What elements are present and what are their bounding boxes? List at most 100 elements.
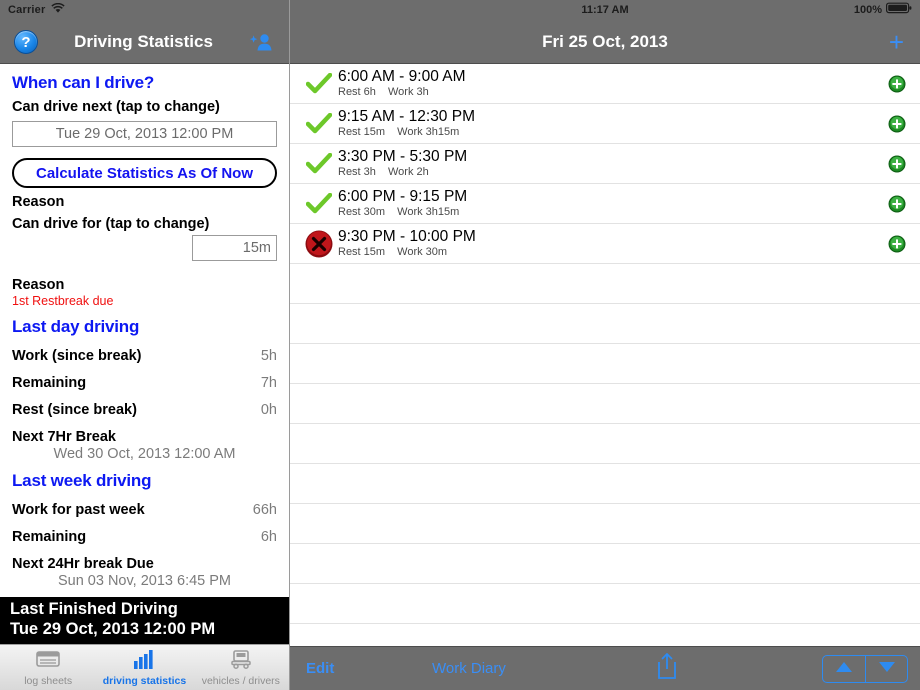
right-panel: 11:17 AM 100% Fri 25 Oct, 2013 + 6:00 AM… [290,0,920,690]
wifi-icon [51,1,66,19]
row-time-range: 6:00 PM - 9:15 PM [338,188,468,205]
edit-button[interactable]: Edit [306,660,334,677]
tab-driving-statistics[interactable]: driving statistics [96,645,192,690]
help-icon[interactable]: ? [14,29,38,54]
table-row[interactable]: 3:30 PM - 5:30 PM Rest 3h Work 2h [290,144,920,184]
table-row[interactable]: 6:00 AM - 9:00 AM Rest 6h Work 3h [290,64,920,104]
empty-row [290,544,920,584]
next-7hr-break: Next 7Hr Break Wed 30 Oct, 2013 12:00 AM [12,429,277,462]
stat-key: Rest (since break) [12,402,137,418]
row-rest: Rest 30m [338,206,386,218]
bottom-toolbar: Edit Work Diary [290,646,920,690]
next-24hr-break-value: Sun 03 Nov, 2013 6:45 PM [57,573,232,589]
stat-value: 66h [252,502,277,518]
table-row[interactable]: 9:15 AM - 12:30 PM Rest 15m Work 3h15m [290,104,920,144]
app-root: Carrier ? Driving Statistics When can I … [0,0,920,690]
row-rest: Rest 3h [338,166,376,178]
stat-row: Remaining 6h [12,529,277,545]
empty-row [290,384,920,424]
check-icon [300,152,338,175]
tab-log-sheets[interactable]: log sheets [0,645,96,690]
tab-label: vehicles / drivers [201,674,280,687]
share-icon[interactable] [656,652,678,685]
add-circle-icon[interactable] [888,195,906,213]
empty-row [290,624,920,646]
reason-value: 1st Restbreak due [12,294,114,308]
left-nav-bar: ? Driving Statistics [0,20,289,64]
add-circle-icon[interactable] [888,115,906,133]
row-work: Work 3h15m [397,206,460,218]
section-last-week-driving: Last week driving [12,471,152,490]
row-work: Work 3h15m [397,126,460,138]
check-icon [300,72,338,95]
row-texts: 6:00 PM - 9:15 PM Rest 30m Work 3h15m [338,188,888,219]
row-texts: 9:30 PM - 10:00 PM Rest 15m Work 30m [338,228,888,259]
empty-row [290,584,920,624]
row-time-range: 9:15 AM - 12:30 PM [338,108,475,125]
row-detail: Rest 6h Work 3h [338,86,888,99]
stat-value: 6h [260,529,277,545]
can-drive-for-field[interactable]: 15m [192,235,277,261]
work-diary-label: Work Diary [432,660,506,677]
row-texts: 3:30 PM - 5:30 PM Rest 3h Work 2h [338,148,888,179]
section-when-can-i-drive: When can I drive? [12,73,155,92]
left-status-bar: Carrier [0,0,289,20]
add-circle-icon[interactable] [888,75,906,93]
carrier-label: Carrier [8,4,46,16]
next-7hr-break-value: Wed 30 Oct, 2013 12:00 AM [53,446,236,462]
can-drive-next-field[interactable]: Tue 29 Oct, 2013 12:00 PM [12,121,277,147]
next-24hr-break: Next 24Hr break Due Sun 03 Nov, 2013 6:4… [12,556,277,589]
page-title: Driving Statistics [74,31,213,51]
check-icon [300,192,338,215]
row-texts: 9:15 AM - 12:30 PM Rest 15m Work 3h15m [338,108,888,139]
row-work: Work 30m [397,246,448,258]
stat-row: Rest (since break) 0h [12,402,277,418]
left-panel: Carrier ? Driving Statistics When can I … [0,0,290,690]
triangle-up-icon [835,660,853,678]
next-7hr-break-label: Next 7Hr Break [12,429,116,445]
row-texts: 6:00 AM - 9:00 AM Rest 6h Work 3h [338,68,888,99]
stat-key: Remaining [12,529,87,545]
empty-row [290,264,920,304]
empty-row [290,504,920,544]
calculate-statistics-button[interactable]: Calculate Statistics As Of Now [12,158,277,188]
prev-next-segmented-control [822,654,908,683]
scroll-down-button[interactable] [865,655,907,682]
section-last-day-driving: Last day driving [12,317,140,336]
next-24hr-break-label: Next 24Hr break Due [12,556,154,572]
battery-full-icon [886,1,912,19]
row-detail: Rest 3h Work 2h [338,166,888,179]
stat-row: Work (since break) 5h [12,348,277,364]
last-finished-driving-banner: Last Finished Driving Tue 29 Oct, 2013 1… [0,597,289,644]
add-circle-icon[interactable] [888,155,906,173]
tab-label: log sheets [24,674,73,687]
error-icon [300,229,338,259]
empty-row [290,424,920,464]
table-row[interactable]: 9:30 PM - 10:00 PM Rest 15m Work 30m [290,224,920,264]
row-time-range: 3:30 PM - 5:30 PM [338,148,468,165]
reason-label-1: Reason [12,194,65,210]
table-row[interactable]: 6:00 PM - 9:15 PM Rest 30m Work 3h15m [290,184,920,224]
empty-row [290,304,920,344]
stat-row: Remaining 7h [12,375,277,391]
check-icon [300,112,338,135]
stat-value: 5h [260,348,277,364]
row-rest: Rest 6h [338,86,376,98]
right-status-bar: 11:17 AM 100% [290,0,920,20]
status-clock: 11:17 AM [581,4,629,16]
can-drive-for-label: Can drive for (tap to change) [12,216,210,232]
add-person-icon[interactable] [249,32,275,52]
bar-chart-icon [131,649,157,674]
plus-icon[interactable]: + [889,29,904,55]
tab-label: driving statistics [102,674,187,687]
add-circle-icon[interactable] [888,235,906,253]
row-rest: Rest 15m [338,126,386,138]
stat-row: Work for past week 66h [12,502,277,518]
scroll-up-button[interactable] [823,656,865,682]
reason-label-2: Reason [12,277,65,293]
battery-indicator: 100% [854,1,912,19]
triangle-down-icon [878,660,896,678]
tab-vehicles-drivers[interactable]: vehicles / drivers [193,645,289,690]
tab-bar: log sheets driving statistics vehicles /… [0,644,289,690]
row-detail: Rest 15m Work 3h15m [338,126,888,139]
